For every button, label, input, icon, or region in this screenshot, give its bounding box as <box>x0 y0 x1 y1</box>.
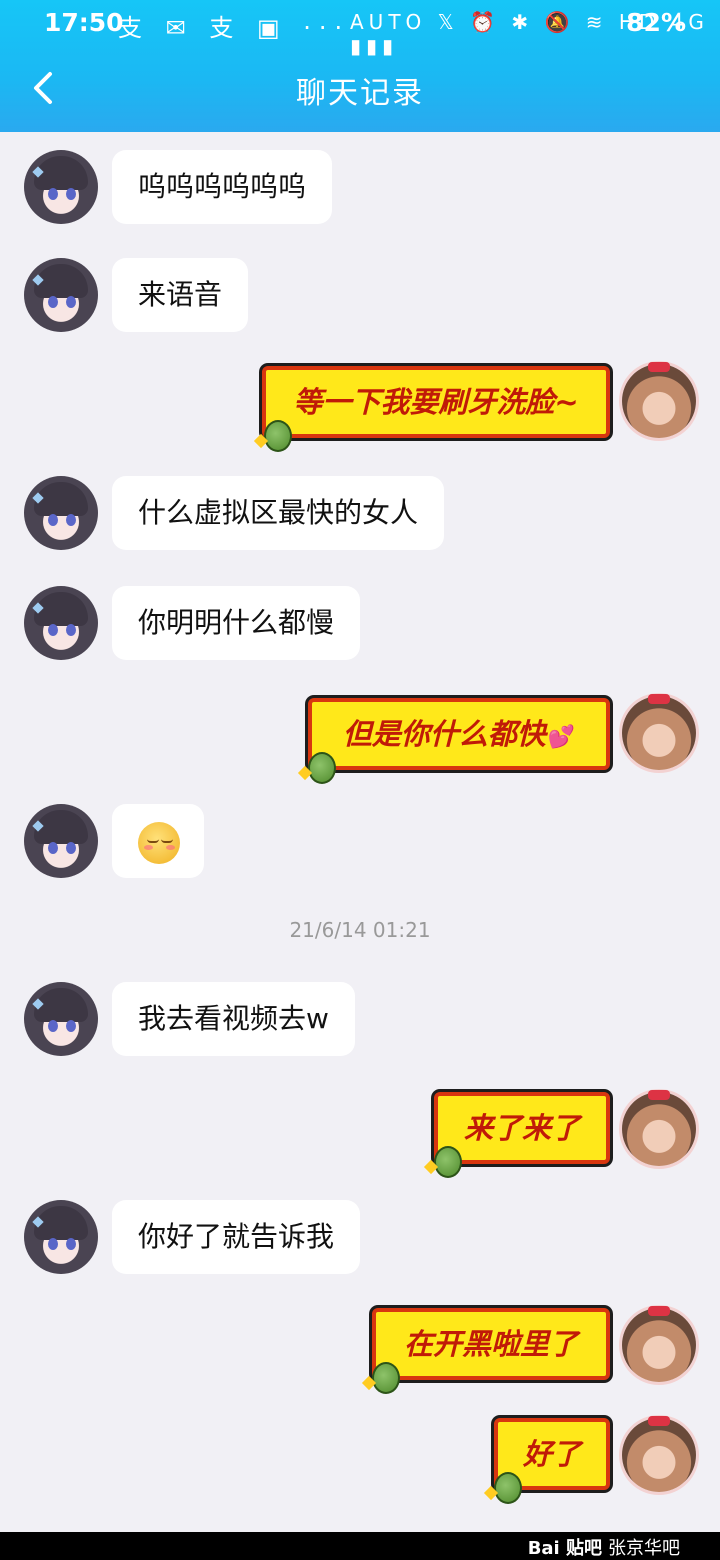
status-bar: 17:50 支 ✉ 支 ▣ ··· AUTO 𝕏 ⏰ ✱ 🔕 ≋ HD 4G ▮… <box>0 0 720 58</box>
watermark-name: 张京华吧 <box>608 1538 680 1559</box>
message-bubble[interactable]: 来语音 <box>112 258 249 332</box>
status-time: 17:50 <box>44 8 124 37</box>
avatar[interactable] <box>24 476 98 550</box>
avatar[interactable] <box>622 1416 696 1492</box>
message-bubble[interactable]: 你明明什么都慢 <box>112 586 361 660</box>
page-title: 聊天记录 <box>296 76 424 111</box>
message-bubble[interactable]: 呜呜呜呜呜呜 <box>112 150 333 224</box>
avatar[interactable] <box>24 804 98 878</box>
message-bubble[interactable]: 什么虚拟区最快的女人 <box>112 476 445 550</box>
avatar[interactable] <box>24 150 98 224</box>
grenade-icon <box>308 752 336 784</box>
avatar[interactable] <box>622 362 696 438</box>
message-bubble[interactable]: 但是你什么都快💕 <box>308 698 610 770</box>
heart-emoji-icon: 💕 <box>547 725 576 750</box>
watermark-bar: Bai 贴吧 张京华吧 <box>0 1532 720 1560</box>
relieved-face-emoji-icon <box>138 822 180 864</box>
avatar[interactable] <box>622 1306 696 1382</box>
header-bar: 17:50 支 ✉ 支 ▣ ··· AUTO 𝕏 ⏰ ✱ 🔕 ≋ HD 4G ▮… <box>0 0 720 132</box>
avatar[interactable] <box>24 586 98 660</box>
notification-icons: 支 ✉ 支 ▣ ··· <box>118 14 351 42</box>
watermark-brand: Bai 贴吧 <box>527 1538 602 1559</box>
avatar[interactable] <box>622 694 696 770</box>
grenade-icon <box>372 1362 400 1394</box>
grenade-icon <box>494 1472 522 1504</box>
grenade-icon <box>434 1146 462 1178</box>
message-bubble[interactable]: 来了来了 <box>434 1092 610 1164</box>
grenade-icon <box>264 420 292 452</box>
battery-level: 82% <box>626 8 686 37</box>
watermark: Bai 贴吧 张京华吧 <box>528 1534 680 1560</box>
message-bubble[interactable]: 你好了就告诉我 <box>112 1200 361 1274</box>
avatar[interactable] <box>24 982 98 1056</box>
message-bubble[interactable]: 等一下我要刷牙洗脸~ <box>262 366 610 438</box>
message-bubble[interactable]: 我去看视频去w <box>112 982 355 1056</box>
message-text: 但是你什么都快 <box>342 717 546 751</box>
chat-history[interactable]: 呜呜呜呜呜呜 来语音 等一下我要刷牙洗脸~ 什么虚拟区最快的女人 你明明什么都慢… <box>0 132 720 1532</box>
avatar[interactable] <box>622 1090 696 1166</box>
message-bubble[interactable]: 在开黑啦里了 <box>372 1308 610 1380</box>
avatar[interactable] <box>24 258 98 332</box>
avatar[interactable] <box>24 1200 98 1274</box>
message-timestamp: 21/6/14 01:21 <box>289 918 431 942</box>
